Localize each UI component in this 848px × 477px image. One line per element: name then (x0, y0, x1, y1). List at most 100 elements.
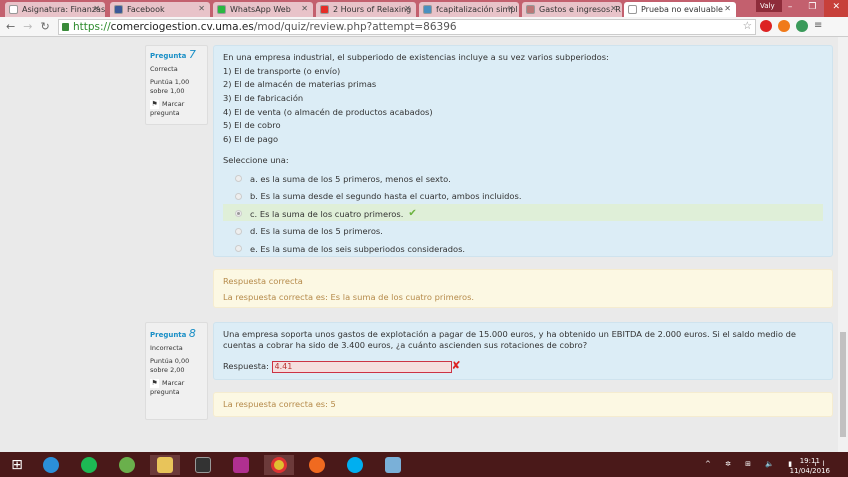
question-label: Pregunta (150, 331, 187, 339)
start-button[interactable]: ⊞ (2, 455, 32, 475)
question-number: 7 (188, 48, 196, 61)
url-input[interactable]: https://comerciogestion.cv.uma.es/mod/qu… (58, 19, 756, 35)
tab-favicon-icon (423, 5, 432, 14)
url-scheme: https:// (73, 21, 111, 33)
lock-icon (62, 23, 69, 31)
question-item: 6) El de pago (223, 134, 279, 145)
adblock-icon[interactable] (760, 20, 772, 32)
question-8-feedback: La respuesta correcta es: 5 (213, 392, 833, 417)
taskbar: ⊞ ^ ✲ ⊞ 🔈 ▮ .ıl 19:11 11/04/2016 (0, 452, 848, 477)
close-tab-icon[interactable]: ✕ (404, 4, 411, 13)
flag-icon: ⚑ (150, 379, 159, 388)
radio-icon[interactable] (235, 245, 242, 253)
question-text: Una empresa soporta unos gastos de explo… (223, 329, 797, 350)
tab-label: Facebook (127, 5, 165, 14)
extension-icon[interactable] (778, 20, 790, 32)
browser-tab[interactable]: fcapitalización simpl ✕ (419, 2, 519, 17)
browser-tab[interactable]: Prueba no evaluable ✕ (624, 2, 736, 17)
back-icon[interactable]: ← (6, 20, 15, 33)
option-e[interactable]: e. Es la suma de los seis subperiodos co… (223, 239, 823, 257)
close-tab-icon[interactable]: ✕ (301, 4, 308, 13)
tab-favicon-icon (628, 5, 637, 14)
tab-label: 2 Hours of Relaxing (333, 5, 412, 14)
browser-tab[interactable]: WhatsApp Web ✕ (213, 2, 313, 17)
question-8-content: Una empresa soporta unos gastos de explo… (213, 322, 833, 380)
option-label: e. Es la suma de los seis subperiodos co… (250, 243, 466, 254)
globe-icon[interactable] (796, 20, 808, 32)
option-a[interactable]: a. es la suma de los 5 primeros, menos e… (223, 169, 823, 187)
correct-answer: La respuesta correcta es: 5 (223, 399, 336, 409)
question-status: Correcta (150, 65, 178, 73)
option-d[interactable]: d. Es la suma de los 5 primeros. (223, 221, 823, 239)
option-b[interactable]: b. Es la suma desde el segundo hasta el … (223, 186, 823, 204)
question-status: Incorrecta (150, 344, 183, 352)
file-explorer-icon[interactable] (150, 455, 180, 475)
tab-bar: Asignatura: Finanzas ✕ Facebook ✕ WhatsApp W… (0, 0, 848, 17)
flag-icon: ⚑ (150, 100, 159, 109)
close-tab-icon[interactable]: ✕ (610, 4, 617, 13)
question-label: Pregunta (150, 52, 187, 60)
reload-icon[interactable]: ↻ (40, 20, 49, 33)
radio-icon[interactable] (235, 210, 242, 218)
media-icon[interactable] (188, 455, 218, 475)
window-controls: – ❐ ✕ (780, 0, 848, 17)
close-tab-icon[interactable]: ✕ (507, 4, 514, 13)
tab-favicon-icon (114, 5, 123, 14)
maximize-button[interactable]: ❐ (800, 0, 824, 17)
time: 19:11 (799, 457, 820, 465)
question-number: 8 (188, 327, 196, 340)
skype-icon[interactable] (340, 455, 370, 475)
close-window-button[interactable]: ✕ (824, 0, 848, 17)
ie-icon[interactable] (36, 455, 66, 475)
feedback-title: Respuesta correcta (223, 276, 303, 286)
tab-label: Prueba no evaluable (641, 5, 723, 14)
browser-tab[interactable]: 2 Hours of Relaxing ✕ (316, 2, 416, 17)
checkmark-icon: ✔ (408, 208, 417, 220)
scrollbar-thumb[interactable] (840, 332, 846, 437)
answer-input[interactable] (271, 360, 452, 373)
utorrent-icon[interactable] (112, 455, 142, 475)
chrome-icon[interactable] (264, 455, 294, 475)
question-7-info: Pregunta 7 Correcta Puntúa 1,00 sobre 1,… (145, 45, 208, 125)
flag-question-link[interactable]: ⚑ Marcar pregunta (150, 100, 203, 118)
incorrect-icon: ✘ (451, 359, 461, 372)
url-host: comerciogestion.cv.uma.es (110, 21, 254, 33)
question-item: 4) El de venta (o almacén de productos a… (223, 106, 433, 117)
option-c[interactable]: c. Es la suma de los cuatro primeros. ✔ (223, 203, 823, 221)
star-icon[interactable]: ☆ (743, 20, 752, 32)
menu-icon[interactable]: ≡ (814, 20, 826, 32)
clock[interactable]: 19:11 11/04/2016 (790, 456, 830, 476)
question-7-content: En una empresa industrial, el subperiodo… (213, 45, 833, 257)
question-score: Puntúa 0,00 sobre 2,00 (150, 357, 190, 374)
date: 11/04/2016 (789, 467, 830, 475)
answer-label: Respuesta: (223, 361, 269, 371)
question-8-info: Pregunta 8 Incorrecta Puntúa 0,00 sobre … (145, 322, 208, 420)
option-label: b. Es la suma desde el segundo hasta el … (250, 191, 522, 202)
correct-answer: La respuesta correcta es: Es la suma de … (223, 292, 475, 302)
browser-tab[interactable]: Asignatura: Finanzas ✕ (5, 2, 105, 17)
question-score: Puntúa 1,00 sobre 1,00 (150, 78, 190, 95)
tab-label: Gastos e ingresos. R (539, 5, 621, 14)
radio-icon[interactable] (235, 192, 242, 200)
origin-icon[interactable] (302, 455, 332, 475)
question-7-feedback: Respuesta correcta La respuesta correcta… (213, 269, 833, 308)
tab-label: fcapitalización simpl (436, 5, 518, 14)
close-tab-icon[interactable]: ✕ (724, 4, 731, 13)
close-tab-icon[interactable]: ✕ (198, 4, 205, 13)
radio-icon[interactable] (235, 227, 242, 235)
spotify-icon[interactable] (74, 455, 104, 475)
forward-icon[interactable]: → (23, 20, 32, 33)
flag-question-link[interactable]: ⚑ Marcar pregunta (150, 379, 203, 397)
tab-favicon-icon (9, 5, 18, 14)
minimize-button[interactable]: – (780, 0, 801, 17)
browser-tab[interactable]: Facebook ✕ (110, 2, 210, 17)
camera-icon[interactable] (226, 455, 256, 475)
scrollbar[interactable] (838, 37, 848, 452)
tab-label: WhatsApp Web (230, 5, 291, 14)
url-path: /mod/quiz/review.php?attempt=86396 (253, 21, 457, 33)
radio-icon[interactable] (235, 175, 242, 183)
paint-icon[interactable] (378, 455, 408, 475)
close-tab-icon[interactable]: ✕ (93, 4, 100, 13)
user-badge[interactable]: Valy (756, 0, 782, 12)
browser-tab[interactable]: Gastos e ingresos. R ✕ (522, 2, 622, 17)
